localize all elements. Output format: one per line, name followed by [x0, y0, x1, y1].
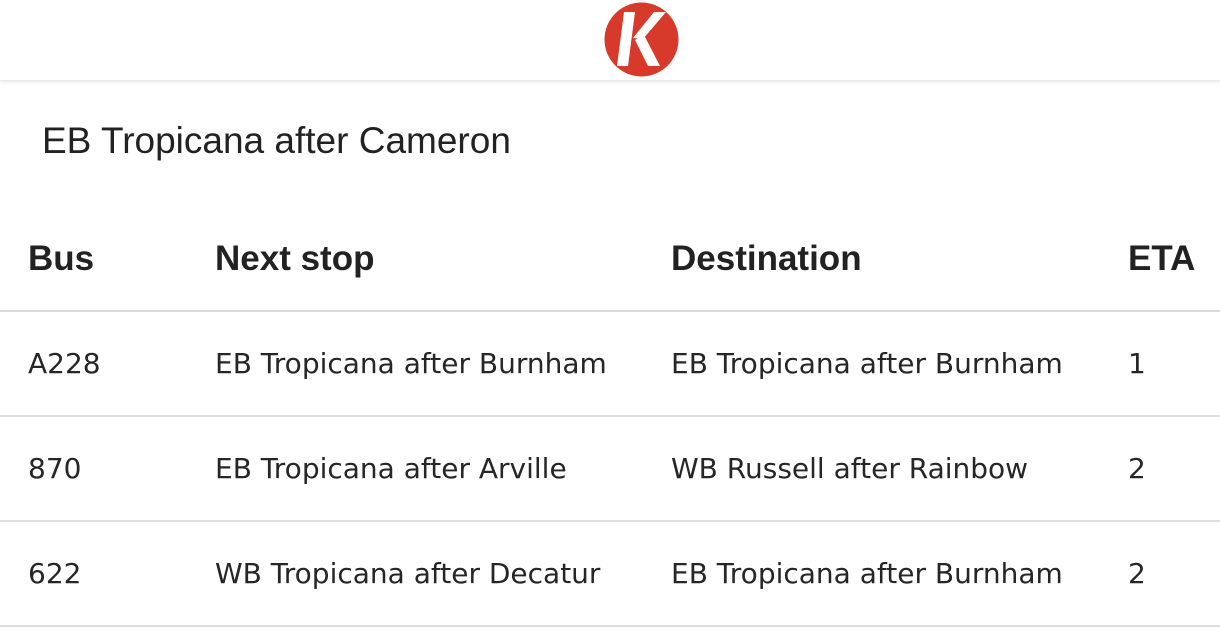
- next-stop-cell: EB Tropicana after Arville: [215, 416, 671, 522]
- bus-cell: 870: [0, 416, 215, 522]
- column-header-destination: Destination: [671, 207, 1128, 312]
- bus-cell: A228: [0, 311, 215, 417]
- stop-title: EB Tropicana after Cameron: [42, 120, 511, 161]
- column-header-bus: Bus: [0, 207, 215, 312]
- next-stop-cell: WB Tropicana after Decatur: [215, 521, 671, 627]
- k-logo-icon[interactable]: [604, 2, 679, 77]
- table-header-row: Bus Next stop Destination ETA: [0, 207, 1220, 312]
- arrivals-table: Bus Next stop Destination ETA A228 EB Tr…: [0, 207, 1220, 627]
- table-row[interactable]: A228 EB Tropicana after Burnham EB Tropi…: [0, 311, 1220, 417]
- eta-cell: 2: [1128, 521, 1220, 627]
- top-bar: [0, 0, 1220, 81]
- column-header-next-stop: Next stop: [215, 207, 671, 312]
- destination-cell: EB Tropicana after Burnham: [671, 311, 1128, 417]
- table-row[interactable]: 622 WB Tropicana after Decatur EB Tropic…: [0, 521, 1220, 627]
- destination-cell: WB Russell after Rainbow: [671, 416, 1128, 522]
- destination-cell: EB Tropicana after Burnham: [671, 521, 1128, 627]
- table-row[interactable]: 870 EB Tropicana after Arville WB Russel…: [0, 416, 1220, 522]
- eta-cell: 2: [1128, 416, 1220, 522]
- column-header-eta: ETA: [1128, 207, 1220, 312]
- next-stop-cell: EB Tropicana after Burnham: [215, 311, 671, 417]
- bus-cell: 622: [0, 521, 215, 627]
- eta-cell: 1: [1128, 311, 1220, 417]
